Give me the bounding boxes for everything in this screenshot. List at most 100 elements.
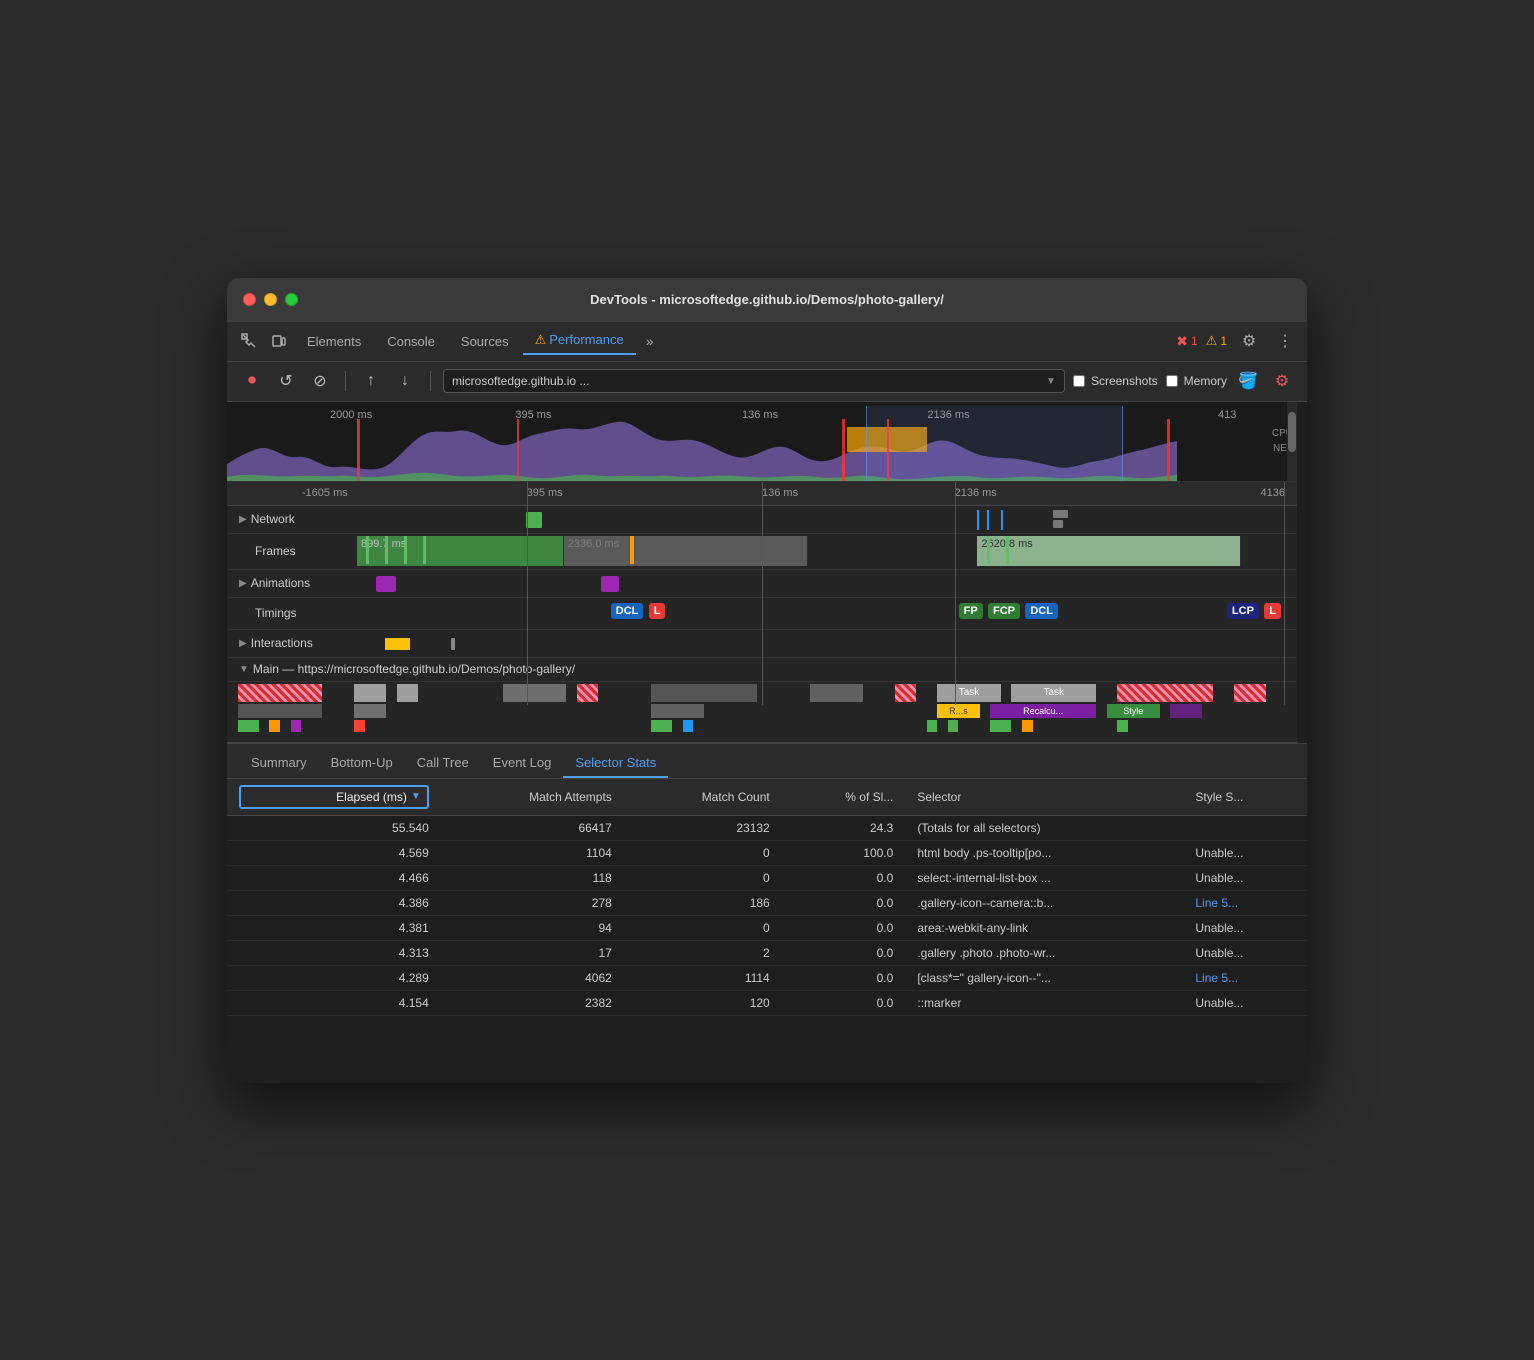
bottom-tabs: Summary Bottom-Up Call Tree Event Log Se… <box>227 743 1307 779</box>
dcl-badge: DCL <box>611 603 644 619</box>
tab-summary[interactable]: Summary <box>239 749 319 778</box>
memory-checkbox[interactable] <box>1166 375 1178 387</box>
table-row: 4.313 17 2 0.0 .gallery .photo .photo-wr… <box>227 940 1307 965</box>
tab-elements[interactable]: Elements <box>295 329 373 354</box>
devtools-window: DevTools - microsoftedge.github.io/Demos… <box>227 278 1307 1083</box>
bottom-section: Summary Bottom-Up Call Tree Event Log Se… <box>227 743 1307 1083</box>
match-attempts-7: 2382 <box>441 990 624 1015</box>
selector-3: .gallery-icon--camera::b... <box>905 890 1183 915</box>
cpu-net-chart[interactable]: 2000 ms 395 ms 136 ms 2136 ms 413 <box>227 402 1297 482</box>
table-row: 4.386 278 186 0.0 .gallery-icon--camera:… <box>227 890 1307 915</box>
frames-content: 899.7 ms 2336.0 ms 2620.8 ms <box>357 534 1297 569</box>
elapsed-7: 4.154 <box>227 990 441 1015</box>
maximize-button[interactable] <box>285 293 298 306</box>
pct-6: 0.0 <box>782 965 906 990</box>
perf-settings-icon[interactable]: ⚙ <box>1269 368 1295 394</box>
tab-more-button[interactable]: » <box>638 333 662 349</box>
th-elapsed[interactable]: Elapsed (ms) ▼ <box>227 779 441 816</box>
ruler-395: 395 ms <box>527 487 563 499</box>
match-attempts-5: 17 <box>441 940 624 965</box>
selector-6: [class*=" gallery-icon--"... <box>905 965 1183 990</box>
th-style-s[interactable]: Style S... <box>1183 779 1307 816</box>
pct-1: 100.0 <box>782 840 906 865</box>
pct-7: 0.0 <box>782 990 906 1015</box>
th-selector[interactable]: Selector <box>905 779 1183 816</box>
match-count-3: 186 <box>624 890 782 915</box>
th-match-attempts[interactable]: Match Attempts <box>441 779 624 816</box>
broom-icon[interactable]: 🪣 <box>1235 368 1261 394</box>
url-bar[interactable]: microsoftedge.github.io ... ▼ <box>443 369 1065 393</box>
l-badge-2: L <box>1264 603 1281 619</box>
divider-2 <box>430 371 431 391</box>
table-row: 55.540 66417 23132 24.3 (Totals for all … <box>227 815 1307 840</box>
pct-2: 0.0 <box>782 865 906 890</box>
tab-performance[interactable]: ⚠Performance <box>523 327 636 355</box>
window-title: DevTools - microsoftedge.github.io/Demos… <box>590 292 944 307</box>
frames-label: Frames <box>227 544 357 558</box>
elapsed-header-content: Elapsed (ms) ▼ <box>239 785 429 809</box>
toolbar: ⏺ ↺ ⊘ ↑ ↓ microsoftedge.github.io ... ▼ … <box>227 362 1307 402</box>
th-pct[interactable]: % of Sl... <box>782 779 906 816</box>
upload-button[interactable]: ↑ <box>358 368 384 394</box>
dcl-badge-2: DCL <box>1025 603 1058 619</box>
elapsed-4: 4.381 <box>227 915 441 940</box>
url-dropdown-icon[interactable]: ▼ <box>1046 376 1056 387</box>
minimize-button[interactable] <box>264 293 277 306</box>
selector-0: (Totals for all selectors) <box>905 815 1183 840</box>
selector-2: select:-internal-list-box ... <box>905 865 1183 890</box>
tab-bottom-up[interactable]: Bottom-Up <box>319 749 405 778</box>
close-button[interactable] <box>243 293 256 306</box>
more-options-icon[interactable]: ⋮ <box>1271 327 1299 355</box>
tab-sources[interactable]: Sources <box>449 329 521 354</box>
tab-console[interactable]: Console <box>375 329 447 354</box>
style-s-1: Unable... <box>1183 840 1307 865</box>
record-button[interactable]: ⏺ <box>239 368 265 394</box>
tab-event-log[interactable]: Event Log <box>481 749 564 778</box>
screenshots-checkbox[interactable] <box>1073 375 1085 387</box>
selector-7: ::marker <box>905 990 1183 1015</box>
warn-icon: ⚠ <box>1206 333 1218 349</box>
fp-badge: FP <box>959 603 983 619</box>
device-icon[interactable] <box>265 327 293 355</box>
style-s-6[interactable]: Line 5... <box>1183 965 1307 990</box>
elapsed-0: 55.540 <box>227 815 441 840</box>
match-count-1: 0 <box>624 840 782 865</box>
network-label: ▶ Network <box>227 512 357 526</box>
tab-selector-stats[interactable]: Selector Stats <box>563 749 668 778</box>
table-body: 55.540 66417 23132 24.3 (Totals for all … <box>227 815 1307 1015</box>
download-button[interactable]: ↓ <box>392 368 418 394</box>
interactions-row: ▶ Interactions <box>227 630 1297 658</box>
clear-button[interactable]: ⊘ <box>307 368 333 394</box>
error-badge: ✖ 1 <box>1176 333 1197 350</box>
th-match-count[interactable]: Match Count <box>624 779 782 816</box>
match-count-7: 120 <box>624 990 782 1015</box>
settings-icon[interactable]: ⚙ <box>1235 327 1263 355</box>
match-count-4: 0 <box>624 915 782 940</box>
match-count-6: 1114 <box>624 965 782 990</box>
timeline-section: 2000 ms 395 ms 136 ms 2136 ms 413 <box>227 402 1307 743</box>
selector-5: .gallery .photo .photo-wr... <box>905 940 1183 965</box>
scrollbar-thumb[interactable] <box>1288 412 1296 452</box>
animations-row: ▶ Animations <box>227 570 1297 598</box>
pct-5: 0.0 <box>782 940 906 965</box>
tab-call-tree[interactable]: Call Tree <box>405 749 481 778</box>
match-attempts-0: 66417 <box>441 815 624 840</box>
inspect-icon[interactable] <box>235 327 263 355</box>
performance-panel: 2000 ms 395 ms 136 ms 2136 ms 413 <box>227 402 1307 1083</box>
interactions-content <box>357 630 1297 657</box>
refresh-record-button[interactable]: ↺ <box>273 368 299 394</box>
elapsed-5: 4.313 <box>227 940 441 965</box>
timeline-scrollbar[interactable] <box>1287 402 1297 481</box>
selector-1: html body .ps-tooltip[po... <box>905 840 1183 865</box>
screenshots-label: Screenshots <box>1091 374 1158 388</box>
network-row: ▶ Network <box>227 506 1297 534</box>
style-s-2: Unable... <box>1183 865 1307 890</box>
selection-highlight <box>866 406 1124 481</box>
selector-4: area:-webkit-any-link <box>905 915 1183 940</box>
match-attempts-3: 278 <box>441 890 624 915</box>
style-s-3[interactable]: Line 5... <box>1183 890 1307 915</box>
pct-4: 0.0 <box>782 915 906 940</box>
title-bar: DevTools - microsoftedge.github.io/Demos… <box>227 278 1307 322</box>
warn-badge: ⚠ 1 <box>1206 333 1227 349</box>
style-s-7: Unable... <box>1183 990 1307 1015</box>
